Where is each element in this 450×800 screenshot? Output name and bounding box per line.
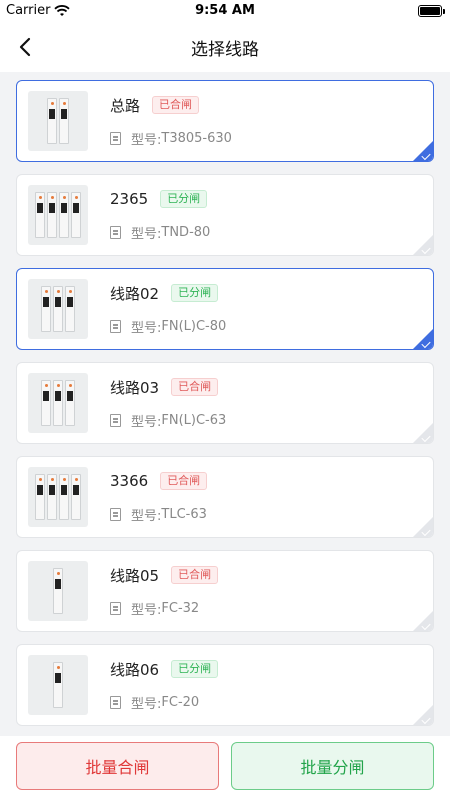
back-chevron-icon[interactable] bbox=[14, 34, 40, 60]
document-icon bbox=[110, 414, 121, 427]
document-icon bbox=[110, 320, 121, 333]
line-name-row: 2365 已分闸 bbox=[110, 189, 433, 209]
line-name: 总路 bbox=[110, 96, 141, 115]
line-name-row: 线路03 已合闸 bbox=[110, 377, 433, 397]
line-name: 2365 bbox=[110, 190, 149, 208]
model-row: 型号: FC-32 bbox=[110, 599, 433, 618]
model-prefix: 型号: bbox=[131, 321, 162, 336]
status-badge: 已合闸 bbox=[160, 472, 208, 490]
model-prefix: 型号: bbox=[131, 697, 162, 712]
model-value: FC-32 bbox=[161, 601, 200, 616]
breaker-pole bbox=[53, 662, 63, 708]
line-card[interactable]: 线路03 已合闸型号: FN(L)C-63 bbox=[16, 362, 434, 444]
nav-bar: 选择线路 bbox=[0, 22, 450, 72]
model-row: 型号: T3805-630 bbox=[110, 129, 433, 148]
line-list: 总路 已合闸 型号: T3805-630 2365 已分闸 型号: TND-80 线路02 已分闸… bbox=[0, 72, 450, 736]
breaker-pole bbox=[59, 474, 69, 520]
breaker-pole bbox=[41, 286, 51, 332]
model-row: 型号: TLC-63 bbox=[110, 505, 433, 524]
breaker-pole bbox=[71, 192, 81, 238]
model-value: FN(L)C-63 bbox=[161, 413, 227, 428]
breaker-thumbnail bbox=[28, 91, 88, 151]
document-icon bbox=[110, 508, 121, 521]
model-prefix: 型号: bbox=[131, 415, 162, 430]
battery-icon bbox=[418, 5, 445, 17]
line-info: 3366 已合闸型号: TLC-63 bbox=[110, 457, 433, 524]
line-name: 线路05 bbox=[110, 566, 160, 585]
line-info: 线路06 已分闸型号: FC-20 bbox=[110, 645, 433, 712]
model-prefix: 型号: bbox=[131, 509, 162, 524]
line-name-row: 3366 已合闸 bbox=[110, 471, 433, 491]
breaker-pole bbox=[59, 98, 69, 144]
breaker-pole bbox=[53, 286, 63, 332]
status-badge: 已合闸 bbox=[171, 378, 219, 396]
breaker-pole bbox=[53, 380, 63, 426]
breaker-thumbnail bbox=[28, 373, 88, 433]
model-row: 型号: FN(L)C-63 bbox=[110, 411, 433, 430]
document-icon bbox=[110, 132, 121, 145]
model-row: 型号: TND-80 bbox=[110, 223, 433, 242]
breaker-pole bbox=[47, 192, 57, 238]
model-value: T3805-630 bbox=[161, 131, 232, 146]
breaker-pole bbox=[65, 380, 75, 426]
breaker-pole bbox=[35, 192, 45, 238]
model-row: 型号: FN(L)C-80 bbox=[110, 317, 433, 336]
line-card[interactable]: 3366 已合闸型号: TLC-63 bbox=[16, 456, 434, 538]
batch-close-button[interactable]: 批量合闸 bbox=[16, 742, 219, 790]
breaker-thumbnail bbox=[28, 655, 88, 715]
page-title: 选择线路 bbox=[191, 39, 259, 60]
line-name-row: 总路 已合闸 bbox=[110, 95, 433, 115]
model-value: TND-80 bbox=[161, 225, 211, 240]
status-badge: 已合闸 bbox=[171, 566, 219, 584]
line-name: 线路06 bbox=[110, 660, 160, 679]
batch-open-button[interactable]: 批量分闸 bbox=[231, 742, 434, 790]
breaker-pole bbox=[47, 98, 57, 144]
clock: 9:54 AM bbox=[195, 3, 255, 18]
model-row: 型号: FC-20 bbox=[110, 693, 433, 712]
status-bar: Carrier 9:54 AM bbox=[0, 0, 450, 22]
bottom-action-bar: 批量合闸 批量分闸 bbox=[0, 736, 450, 800]
status-badge: 已分闸 bbox=[171, 284, 219, 302]
breaker-pole bbox=[53, 568, 63, 614]
status-badge: 已合闸 bbox=[152, 96, 200, 114]
line-card[interactable]: 2365 已分闸型号: TND-80 bbox=[16, 174, 434, 256]
model-prefix: 型号: bbox=[131, 227, 162, 242]
status-badge: 已分闸 bbox=[160, 190, 208, 208]
document-icon bbox=[110, 226, 121, 239]
model-value: FN(L)C-80 bbox=[161, 319, 227, 334]
breaker-pole bbox=[41, 380, 51, 426]
status-badge: 已分闸 bbox=[171, 660, 219, 678]
breaker-pole bbox=[47, 474, 57, 520]
line-name-row: 线路06 已分闸 bbox=[110, 659, 433, 679]
model-value: FC-20 bbox=[161, 695, 200, 710]
line-card[interactable]: 总路 已合闸型号: T3805-630 bbox=[16, 80, 434, 162]
line-info: 线路05 已合闸型号: FC-32 bbox=[110, 551, 433, 618]
line-name-row: 线路05 已合闸 bbox=[110, 565, 433, 585]
line-name: 3366 bbox=[110, 472, 149, 490]
breaker-pole bbox=[59, 192, 69, 238]
breaker-pole bbox=[35, 474, 45, 520]
breaker-thumbnail bbox=[28, 279, 88, 339]
line-info: 总路 已合闸型号: T3805-630 bbox=[110, 81, 433, 148]
model-prefix: 型号: bbox=[131, 603, 162, 618]
line-name-row: 线路02 已分闸 bbox=[110, 283, 433, 303]
line-info: 线路03 已合闸型号: FN(L)C-63 bbox=[110, 363, 433, 430]
line-info: 2365 已分闸型号: TND-80 bbox=[110, 175, 433, 242]
line-name: 线路03 bbox=[110, 378, 160, 397]
document-icon bbox=[110, 602, 121, 615]
breaker-thumbnail bbox=[28, 467, 88, 527]
breaker-pole bbox=[65, 286, 75, 332]
breaker-pole bbox=[71, 474, 81, 520]
line-card[interactable]: 线路06 已分闸型号: FC-20 bbox=[16, 644, 434, 726]
breaker-thumbnail bbox=[28, 561, 88, 621]
document-icon bbox=[110, 696, 121, 709]
line-card[interactable]: 线路05 已合闸型号: FC-32 bbox=[16, 550, 434, 632]
line-name: 线路02 bbox=[110, 284, 160, 303]
model-value: TLC-63 bbox=[161, 507, 207, 522]
breaker-thumbnail bbox=[28, 185, 88, 245]
line-info: 线路02 已分闸型号: FN(L)C-80 bbox=[110, 269, 433, 336]
model-prefix: 型号: bbox=[131, 133, 162, 148]
line-card[interactable]: 线路02 已分闸型号: FN(L)C-80 bbox=[16, 268, 434, 350]
